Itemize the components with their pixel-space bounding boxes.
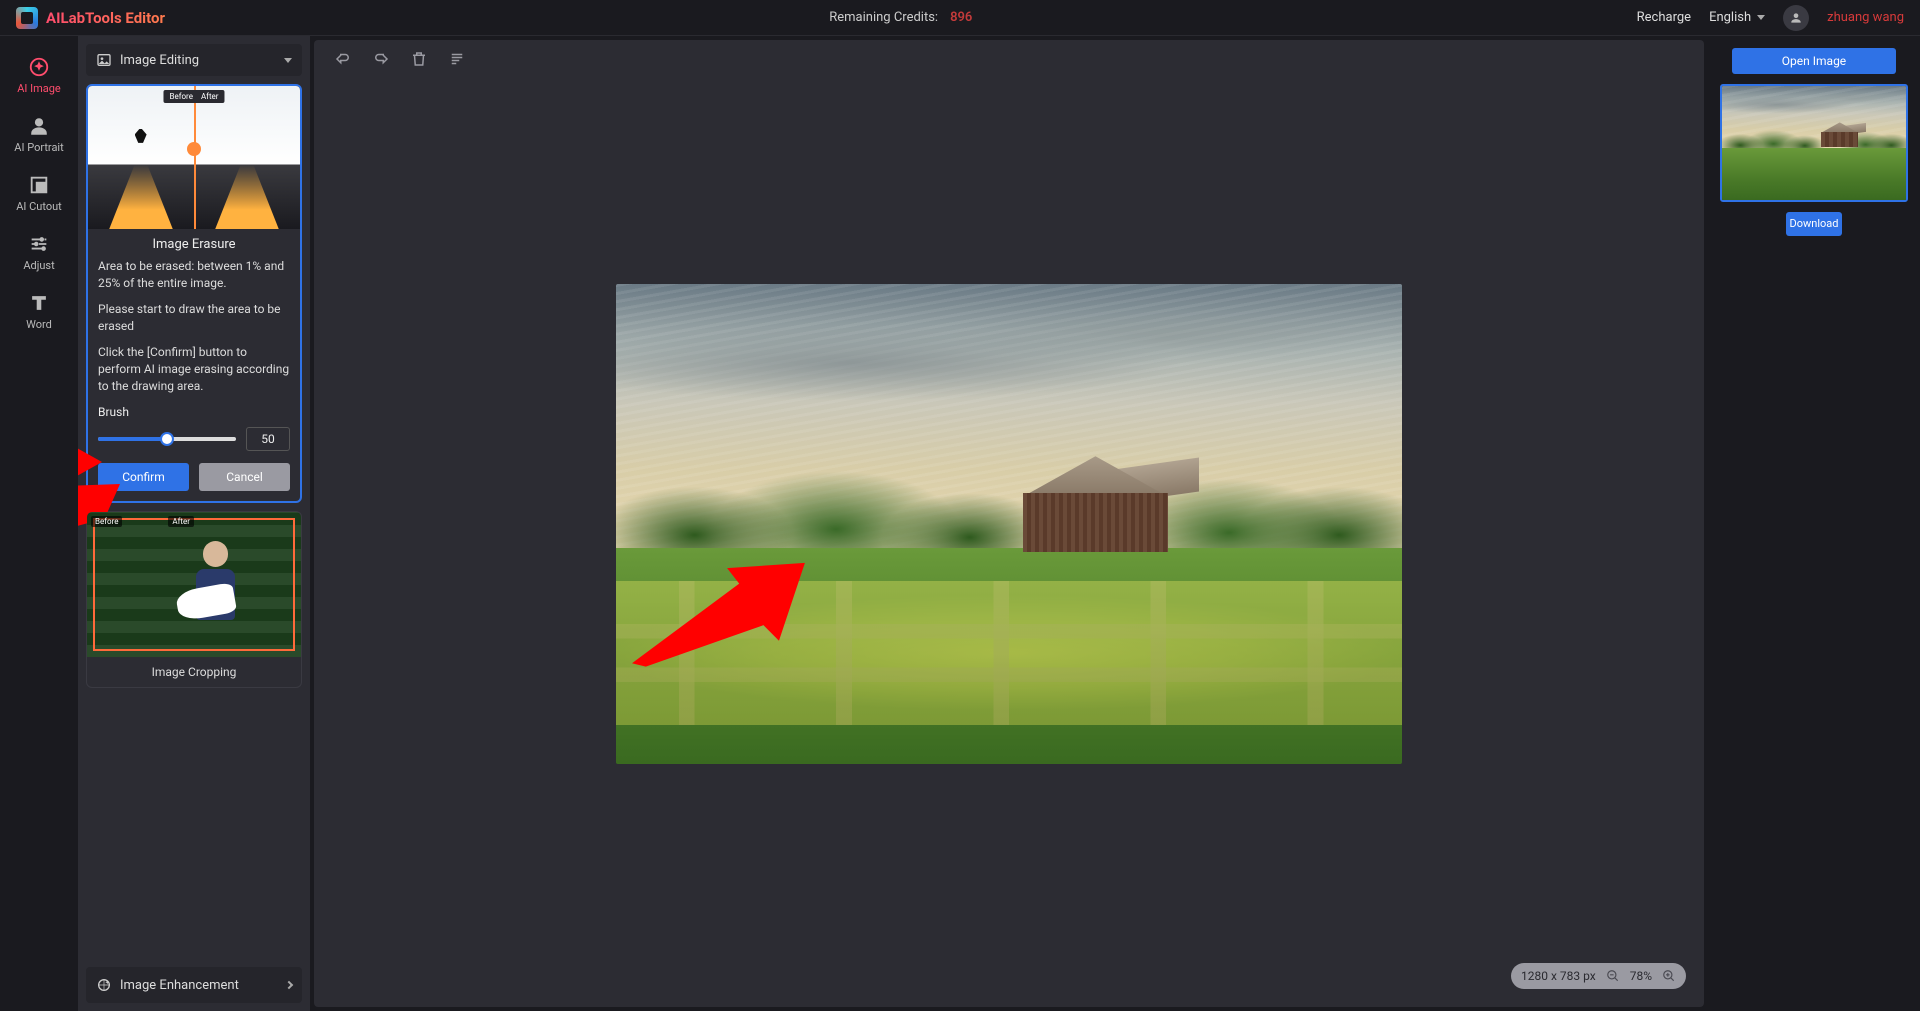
credits-value: 896 [950,10,972,25]
nav-ai-cutout[interactable]: AI Cutout [0,164,78,223]
person-icon [1789,11,1803,25]
logo-icon [16,7,38,29]
confirm-button[interactable]: Confirm [98,463,189,491]
zoom-out-icon[interactable] [1606,969,1620,983]
app-header: AILabTools Editor Remaining Credits: 896… [0,0,1920,36]
annotation-arrow-canvas [632,562,805,668]
person-icon [28,115,50,137]
erasure-actions: Confirm Cancel [88,463,300,491]
erasure-desc-1: Area to be erased: between 1% and 25% of… [98,258,290,293]
text-icon [28,292,50,314]
image-dimensions: 1280 x 783 px [1521,969,1596,983]
section-title: Image Editing [120,53,199,68]
open-image-button[interactable]: Open Image [1732,48,1896,74]
canvas-status-bar: 1280 x 783 px 78% [1511,963,1686,989]
right-panel: Open Image Download [1708,36,1920,1011]
brush-value-input[interactable]: 50 [246,427,290,451]
canvas-area: 1280 x 783 px 78% [314,40,1704,1007]
logo[interactable]: AILabTools Editor [16,7,165,29]
nav-label: Adjust [23,259,54,272]
left-nav: AI Image AI Portrait AI Cutout Adjust Wo… [0,36,78,1011]
cropping-title: Image Cropping [87,657,301,687]
sliders-icon [28,233,50,255]
header-right: Recharge English zhuang wang [1637,5,1904,31]
nav-label: Word [26,318,52,331]
brush-label: Brush [98,404,290,421]
app-name: AILabTools Editor [46,9,165,27]
image-icon [96,52,112,68]
cutout-icon [28,174,50,196]
zoom-in-icon[interactable] [1662,969,1676,983]
tool-card-image-erasure: BeforeAfter Image Erasure Area to be era… [86,84,302,503]
nav-label: AI Image [17,82,61,95]
slider-thumb[interactable] [160,432,174,446]
recharge-link[interactable]: Recharge [1637,10,1691,25]
language-select[interactable]: English [1709,10,1765,25]
erasure-desc-3: Click the [Confirm] button to perform AI… [98,344,290,396]
download-button[interactable]: Download [1786,212,1842,236]
brush-control: 50 [98,427,290,451]
header-center: Remaining Credits: 896 [165,10,1637,25]
chevron-down-icon [1757,15,1765,20]
zoom-level: 78% [1630,969,1652,983]
tool-card-image-cropping[interactable]: Before After Image Cropping [86,511,302,687]
brush-slider[interactable] [98,437,236,441]
image-thumbnail[interactable] [1720,84,1908,202]
section-image-enhancement[interactable]: Image Enhancement [86,967,302,1003]
nav-label: AI Cutout [16,200,62,213]
nav-ai-image[interactable]: AI Image [0,46,78,105]
nav-adjust[interactable]: Adjust [0,223,78,282]
erasure-description: Area to be erased: between 1% and 25% of… [88,258,300,451]
cropping-thumbnail: Before After [87,512,301,656]
erasure-title: Image Erasure [88,237,300,252]
app-body: AI Image AI Portrait AI Cutout Adjust Wo… [0,36,1920,1011]
globe-sparkle-icon [96,977,112,993]
nav-label: AI Portrait [14,141,63,154]
canvas-stage[interactable] [314,40,1704,1007]
sparkle-circle-icon [28,56,50,78]
credits-label: Remaining Credits: [829,10,938,25]
avatar[interactable] [1783,5,1809,31]
erasure-thumbnail[interactable]: BeforeAfter [88,86,300,229]
chevron-right-icon [285,981,293,989]
nav-word[interactable]: Word [0,282,78,341]
section-image-editing[interactable]: Image Editing [86,44,302,76]
cancel-button[interactable]: Cancel [199,463,290,491]
tool-sidebar: Image Editing BeforeAfter Image Erasure … [78,36,310,1011]
working-image[interactable] [616,284,1402,764]
erasure-desc-2: Please start to draw the area to be eras… [98,301,290,336]
chevron-down-icon [284,58,292,63]
language-label: English [1709,10,1751,25]
nav-ai-portrait[interactable]: AI Portrait [0,105,78,164]
enhancement-label: Image Enhancement [120,978,239,993]
username[interactable]: zhuang wang [1827,10,1904,25]
